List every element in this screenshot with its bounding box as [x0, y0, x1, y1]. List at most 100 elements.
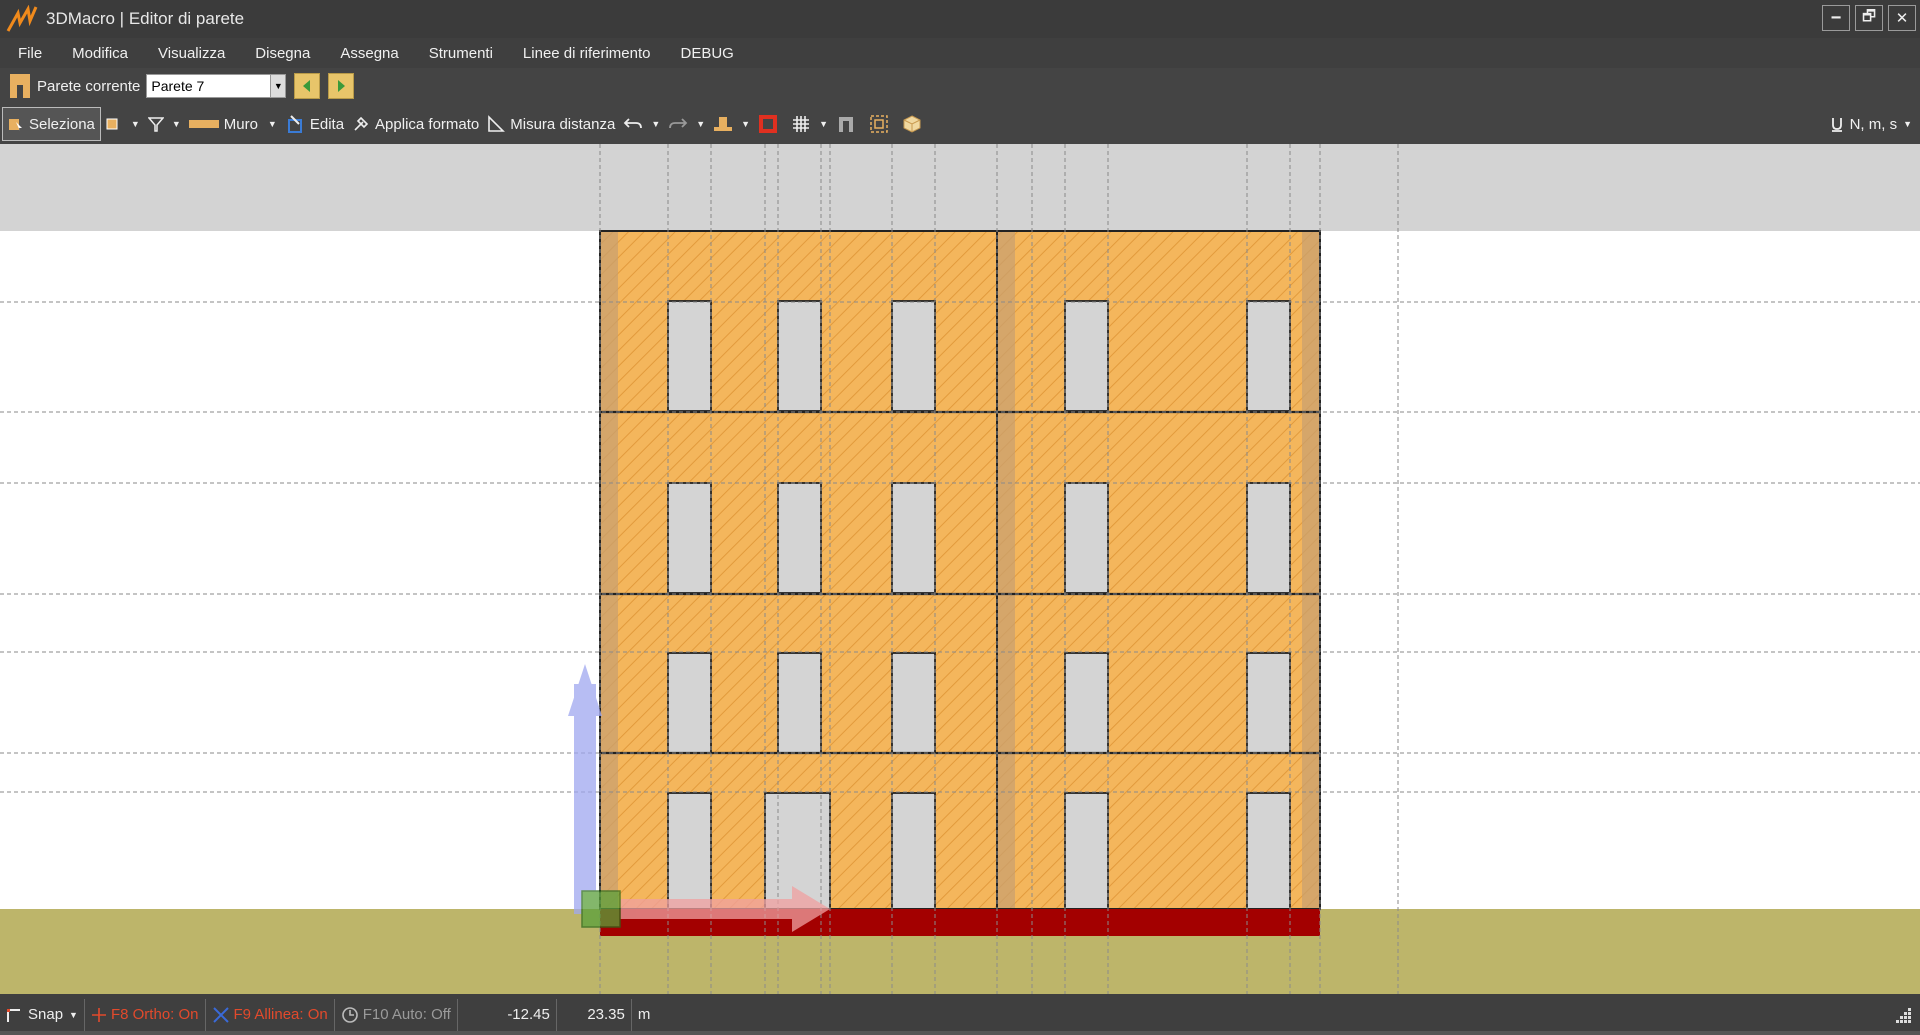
view-box-button[interactable]: ▼	[101, 108, 144, 140]
opening[interactable]	[1064, 300, 1109, 412]
restore-button[interactable]: 🗗	[1855, 5, 1883, 31]
redo-button[interactable]: ▼	[664, 108, 709, 140]
opening[interactable]	[667, 300, 712, 412]
3d-view-button[interactable]	[898, 108, 931, 140]
window-title: 3DMacro | Editor di parete	[46, 9, 245, 28]
cube-icon	[903, 115, 921, 133]
edit-button[interactable]: Edita	[281, 108, 348, 140]
edit-icon	[287, 115, 302, 133]
wall-bar: Parete corrente Parete 7 ▼	[0, 68, 1920, 104]
sky-band	[0, 144, 1920, 231]
clock-icon	[341, 1006, 358, 1023]
edit-label: Edita	[309, 115, 345, 133]
minimize-button[interactable]: 🗕	[1822, 5, 1850, 31]
taskbar-strip	[0, 1031, 1920, 1035]
wall-edge-band-right	[1302, 231, 1320, 909]
auto-label: F10 Auto: Off	[362, 1006, 451, 1023]
column-icon	[839, 117, 853, 132]
grid-button[interactable]: ▼	[787, 108, 832, 140]
select-label: Seleziona	[29, 115, 95, 133]
menu-debug[interactable]: DEBUG	[663, 45, 746, 62]
opening[interactable]	[891, 300, 936, 412]
current-wall-value: Parete 7	[151, 78, 205, 94]
filter-icon	[147, 117, 164, 132]
coordinate-unit: m	[637, 1006, 651, 1023]
align-label: F9 Allinea: On	[233, 1006, 328, 1023]
opening[interactable]	[1064, 792, 1109, 910]
menu-linee-riferimento[interactable]: Linee di riferimento	[505, 45, 663, 62]
selection-frame-button[interactable]	[865, 108, 898, 140]
next-wall-button[interactable]	[328, 73, 355, 99]
apply-format-button[interactable]: Applica formato	[348, 108, 483, 140]
wall-edge-band-middle	[997, 231, 1015, 909]
menu-modifica[interactable]: Modifica	[54, 45, 140, 62]
opening[interactable]	[777, 482, 822, 594]
units-selector[interactable]: N, m, s ▼	[1830, 104, 1912, 144]
chevron-down-icon: ▼	[651, 119, 661, 129]
units-icon	[1831, 118, 1842, 132]
ruler-icon	[488, 115, 506, 132]
menu-disegna[interactable]: Disegna	[237, 45, 322, 62]
opening[interactable]	[1246, 482, 1291, 594]
chevron-down-icon: ▼	[819, 119, 828, 129]
chevron-down-icon: ▼	[171, 119, 181, 129]
select-icon	[9, 119, 22, 131]
wall-tool-button[interactable]: Muro ▼	[185, 108, 281, 140]
opening[interactable]	[1246, 300, 1291, 412]
measure-distance-button[interactable]: Misura distanza	[483, 108, 619, 140]
opening[interactable]	[667, 792, 712, 910]
foundation-button[interactable]: ▼	[709, 108, 754, 140]
wall-elevation-drawing[interactable]	[0, 144, 1920, 994]
resize-grip-icon[interactable]	[1894, 1006, 1912, 1024]
align-toggle[interactable]: F9 Allinea: On	[206, 998, 335, 1031]
snap-button[interactable]: Snap ▼	[0, 998, 85, 1031]
close-button[interactable]: ✕	[1888, 5, 1916, 31]
align-icon	[212, 1006, 229, 1023]
opening[interactable]	[891, 792, 936, 910]
foundation-icon	[714, 117, 733, 131]
menu-assegna[interactable]: Assegna	[322, 45, 410, 62]
select-button[interactable]: Seleziona	[2, 107, 101, 141]
opening[interactable]	[667, 482, 712, 594]
filter-button[interactable]: ▼	[144, 108, 185, 140]
opening[interactable]	[777, 652, 822, 754]
close-icon: ✕	[1895, 10, 1909, 27]
opening[interactable]	[667, 652, 712, 754]
chevron-down-icon: ▼	[267, 119, 277, 129]
ortho-toggle[interactable]: F8 Ortho: On	[85, 998, 206, 1031]
brush-icon	[354, 116, 369, 131]
frame-icon	[759, 115, 778, 133]
apply-format-label: Applica formato	[375, 115, 480, 133]
wall-icon	[10, 74, 30, 98]
restore-icon: 🗗	[1861, 7, 1877, 25]
wall-drawing-canvas[interactable]	[0, 144, 1920, 994]
chevron-down-icon: ▼	[741, 119, 751, 129]
y-coordinate: 23.35	[557, 998, 632, 1031]
undo-button[interactable]: ▼	[619, 108, 664, 140]
auto-toggle[interactable]: F10 Auto: Off	[335, 998, 458, 1031]
chevron-down-icon: ▼	[696, 119, 706, 129]
arrow-right-icon	[338, 80, 346, 92]
minimize-icon: 🗕	[1830, 7, 1842, 25]
column-button[interactable]	[832, 108, 865, 140]
status-bar: Snap ▼ F8 Ortho: On F9 Allinea: On F10 A…	[0, 994, 1920, 1035]
previous-wall-button[interactable]	[294, 73, 321, 99]
wall-brick-icon	[188, 120, 219, 128]
opening[interactable]	[1246, 792, 1291, 910]
opening[interactable]	[891, 652, 936, 754]
current-wall-select[interactable]: Parete 7 ▼	[146, 74, 287, 98]
opening[interactable]	[1246, 652, 1291, 754]
menu-strumenti[interactable]: Strumenti	[411, 45, 505, 62]
opening[interactable]	[1064, 482, 1109, 594]
opening[interactable]	[1064, 652, 1109, 754]
opening[interactable]	[777, 300, 822, 412]
measure-distance-label: Misura distanza	[510, 115, 616, 133]
chevron-down-icon: ▼	[270, 75, 286, 97]
menu-visualizza[interactable]: Visualizza	[140, 45, 237, 62]
title-bar: 3DMacro | Editor di parete 🗕 🗗 ✕	[0, 0, 1920, 38]
opening[interactable]	[891, 482, 936, 594]
wall-tool-label: Muro	[223, 115, 258, 133]
app-logo-icon	[6, 5, 38, 32]
menu-file[interactable]: File	[0, 45, 54, 62]
frame-button[interactable]	[754, 108, 787, 140]
